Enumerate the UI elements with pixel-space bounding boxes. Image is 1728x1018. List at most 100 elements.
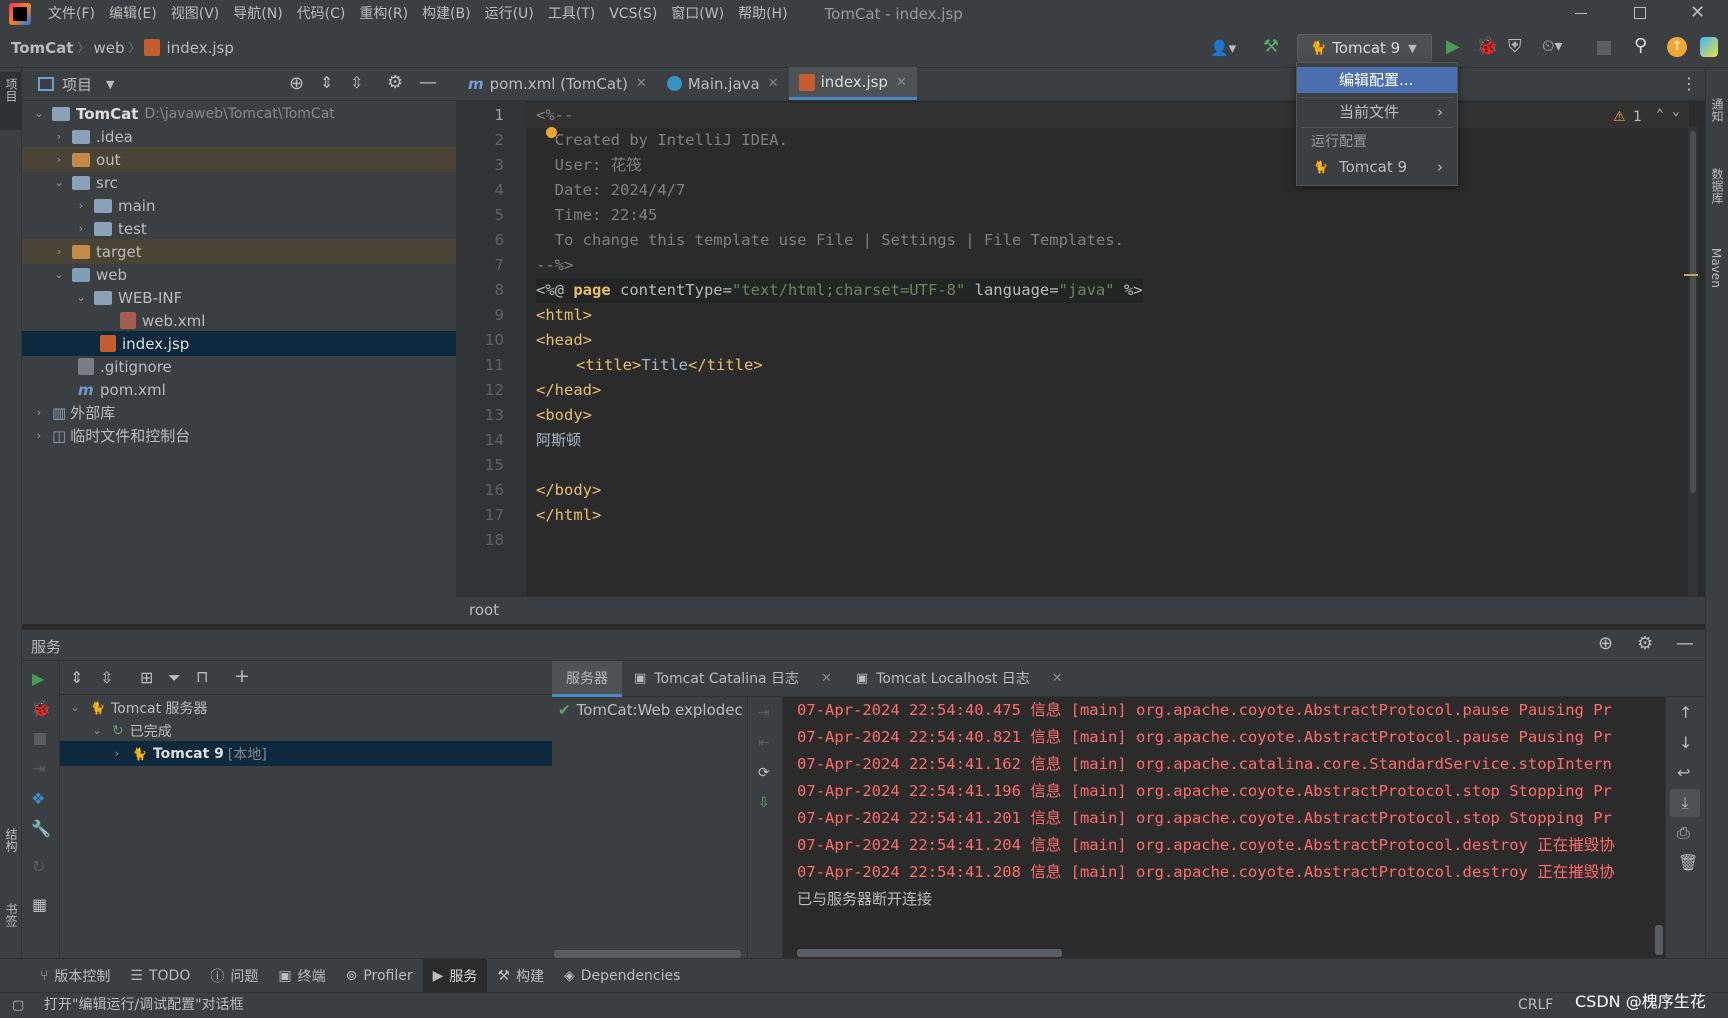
tree-item-tomcat-servers[interactable]: ⌄ 🐈 Tomcat 服务器: [60, 695, 552, 720]
hide-icon[interactable]: —: [1676, 633, 1694, 654]
tab-localhost-log[interactable]: Tomcat Localhost 日志: [868, 661, 1044, 697]
tree-item-web[interactable]: ⌄ web: [22, 262, 456, 287]
chevron-down-icon[interactable]: ⌄: [52, 176, 66, 189]
menu-file[interactable]: 文件(F): [41, 0, 102, 28]
tree-item-finished[interactable]: ⌄ ↻ 已完成: [60, 718, 552, 743]
add-service-icon[interactable]: +: [234, 665, 250, 687]
tool-tab-vcs[interactable]: ⑂ 版本控制: [30, 959, 120, 993]
edit-configurations-item[interactable]: 编辑配置...: [1297, 67, 1457, 93]
search-icon[interactable]: ⚲: [1634, 35, 1647, 56]
chevron-right-icon[interactable]: ›: [74, 199, 88, 212]
current-file-item[interactable]: 当前文件 ›: [1297, 99, 1457, 125]
close-icon[interactable]: ✕: [821, 671, 832, 686]
debug-icon[interactable]: 🐞: [1476, 36, 1498, 57]
locate-icon[interactable]: ⊕: [289, 73, 304, 94]
close-icon[interactable]: ✕: [1052, 671, 1063, 686]
arrow-up-icon[interactable]: ↑: [1679, 703, 1692, 722]
tool-tab-services[interactable]: ▶ 服务: [422, 958, 488, 993]
deploy-icon[interactable]: ⇥: [32, 759, 45, 778]
tool-tab-problems[interactable]: ⓘ 问题: [200, 959, 268, 993]
chevron-right-icon[interactable]: ›: [52, 153, 66, 166]
structure-breadcrumb[interactable]: root: [469, 601, 499, 619]
side-tab-notifications[interactable]: 通知: [1709, 98, 1726, 122]
soft-wrap-icon[interactable]: ↩: [1677, 763, 1690, 782]
chevron-right-icon[interactable]: ›: [52, 245, 66, 258]
chevron-down-icon[interactable]: ⌄: [32, 107, 46, 120]
tree-item-gitignore[interactable]: .gitignore: [22, 354, 456, 379]
locate-icon[interactable]: ⊕: [1598, 633, 1613, 654]
profile-icon[interactable]: ⏲▾: [1542, 36, 1563, 56]
refresh-icon[interactable]: ↻: [32, 857, 45, 876]
chevron-down-icon[interactable]: ▼: [106, 78, 114, 91]
side-tab-maven[interactable]: Maven: [1709, 248, 1723, 288]
build-hammer-icon[interactable]: ⚒: [1263, 36, 1279, 57]
toggle-tool-windows-icon[interactable]: ▢: [12, 993, 24, 1018]
tree-item-target[interactable]: › target: [22, 239, 456, 264]
chevron-right-icon[interactable]: ›: [32, 429, 46, 442]
collapse-all-icon[interactable]: ⇳: [100, 668, 113, 687]
menu-code[interactable]: 代码(C): [290, 0, 353, 28]
collapse-all-icon[interactable]: ⇳: [350, 73, 363, 92]
tree-item-out[interactable]: › out: [22, 147, 456, 172]
warning-icon[interactable]: ⚠: [1613, 109, 1626, 125]
tab-server[interactable]: 服务器: [552, 660, 622, 697]
print-icon[interactable]: ⎙: [1677, 823, 1690, 843]
line-separator[interactable]: CRLF: [1518, 993, 1553, 1018]
code-editor[interactable]: <%-- Created by IntelliJ IDEA. User: 花筏 …: [526, 101, 1698, 596]
trash-icon[interactable]: 🗑: [1678, 853, 1698, 872]
tab-pom-xml[interactable]: m pom.xml (TomCat) ✕: [456, 67, 657, 100]
log-console[interactable]: 07-Apr-2024 22:54:40.475 信息 [main] org.a…: [783, 697, 1665, 958]
refresh-icon[interactable]: ⟳: [758, 765, 770, 781]
prev-highlight-icon[interactable]: ⌃: [1656, 107, 1664, 122]
warning-marker[interactable]: [1684, 274, 1698, 276]
next-highlight-icon[interactable]: ⌄: [1672, 104, 1680, 119]
side-tab-database[interactable]: 数据库: [1709, 168, 1726, 204]
gear-icon[interactable]: ⚙: [387, 72, 403, 93]
tab-index-jsp[interactable]: index.jsp ✕: [788, 67, 917, 100]
menu-tools[interactable]: 工具(T): [541, 0, 602, 28]
menu-edit[interactable]: 编辑(E): [102, 0, 164, 28]
chevron-right-icon[interactable]: ›: [110, 747, 124, 760]
tool-tab-terminal[interactable]: ▣ 终端: [268, 959, 335, 993]
coverage-icon[interactable]: ⛨: [1508, 36, 1522, 57]
run-config-selector[interactable]: 🐈 Tomcat 9 ▼: [1297, 34, 1432, 62]
tree-item-web-xml[interactable]: web.xml: [22, 308, 456, 333]
menu-navigate[interactable]: 导航(N): [226, 0, 289, 28]
tab-main-java[interactable]: Main.java ✕: [657, 67, 789, 100]
tree-item-pom-xml[interactable]: m pom.xml: [22, 377, 456, 402]
run-icon[interactable]: ▶: [32, 669, 44, 688]
tree-item-main[interactable]: › main: [22, 193, 456, 218]
scroll-to-end-icon[interactable]: ⤓: [1670, 789, 1700, 817]
tree-item-external-libs[interactable]: › ▥ 外部库: [22, 400, 456, 425]
tool-tab-profiler[interactable]: ⊚ Profiler: [336, 959, 423, 993]
download-icon[interactable]: ⇩: [758, 795, 770, 811]
stop-icon[interactable]: [34, 733, 46, 745]
expand-all-icon[interactable]: ⇕: [70, 668, 83, 687]
scroll-thumb[interactable]: [1690, 131, 1696, 493]
more-options-icon[interactable]: ⋮: [1681, 74, 1697, 93]
side-tab-project[interactable]: 项目: [3, 78, 20, 102]
menu-run[interactable]: 运行(U): [478, 0, 541, 28]
tool-tab-dependencies[interactable]: ◈ Dependencies: [554, 959, 690, 993]
tree-item-root[interactable]: ⌄ TomCat D:\javaweb\Tomcat\TomCat: [22, 101, 456, 126]
close-icon[interactable]: ✕: [896, 75, 907, 90]
horizontal-scrollbar[interactable]: [797, 949, 1062, 957]
tree-item-tomcat9[interactable]: › 🐈 Tomcat 9 [本地]: [60, 741, 552, 766]
wrench-icon[interactable]: 🔧: [31, 819, 51, 838]
tree-item-idea[interactable]: › .idea: [22, 124, 456, 149]
tool-tab-build[interactable]: ⚒ 构建: [487, 959, 554, 993]
debug-icon[interactable]: 🐞: [31, 699, 51, 718]
project-panel-title[interactable]: 项目: [62, 74, 92, 95]
chevron-right-icon[interactable]: ›: [52, 130, 66, 143]
tree-item-web-inf[interactable]: ⌄ WEB-INF: [22, 285, 456, 310]
close-icon[interactable]: ✕: [636, 76, 647, 91]
side-tab-bookmarks[interactable]: 书签: [3, 903, 20, 927]
tomcat9-config-item[interactable]: 🐈 Tomcat 9 ›: [1297, 154, 1457, 180]
account-icon[interactable]: 👤▾: [1210, 39, 1236, 57]
chevron-down-icon[interactable]: ⌄: [74, 291, 88, 304]
breadcrumb-file[interactable]: index.jsp: [163, 39, 238, 57]
group-icon[interactable]: ⊞: [140, 668, 153, 687]
breadcrumb-folder[interactable]: web: [90, 39, 129, 57]
menu-refactor[interactable]: 重构(R): [352, 0, 415, 28]
undeploy-icon[interactable]: ⇤: [758, 735, 770, 751]
